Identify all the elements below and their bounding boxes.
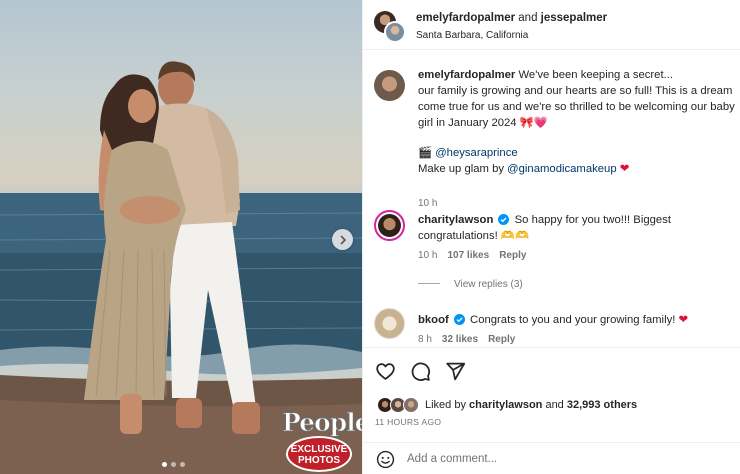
comments-list[interactable]: emelyfardopalmer We've been keeping a se… xyxy=(363,51,740,346)
caption-line: We've been keeping a secret... xyxy=(518,69,674,81)
comment-body: charitylawson So happy for you two!!! Bi… xyxy=(418,212,671,244)
clapper-emoji: 🎬 xyxy=(418,147,433,159)
comment-username[interactable]: bkoof xyxy=(418,314,449,326)
post-side-panel: emelyfardopalmer and jessepalmer Santa B… xyxy=(362,0,740,474)
liked-by-text: Liked by charitylawson and 32,993 others xyxy=(425,399,637,411)
caption-line: come true for us and we're so thrilled t… xyxy=(418,101,735,113)
avatar[interactable] xyxy=(374,308,405,339)
comment-meta: 8 h 32 likes Reply xyxy=(418,334,525,345)
badge-line1: EXCLUSIVE xyxy=(290,444,348,455)
comment-button[interactable] xyxy=(410,361,431,382)
share-icon xyxy=(446,362,466,381)
comment-likes[interactable]: 107 likes xyxy=(447,250,489,261)
comment-icon xyxy=(411,362,431,381)
next-photo-button[interactable] xyxy=(332,229,353,250)
liked-by-joiner: and xyxy=(542,399,567,411)
caption-username[interactable]: emelyfardopalmer xyxy=(418,69,515,81)
authors-joiner: and xyxy=(515,12,541,24)
people-exclusive-badge: People EXCLUSIVE PHOTOS xyxy=(282,408,363,472)
post-header: emelyfardopalmer and jessepalmer Santa B… xyxy=(363,0,740,50)
emoji-button[interactable] xyxy=(376,450,395,472)
heart-emoji: ❤ xyxy=(678,314,688,326)
author-username[interactable]: jessepalmer xyxy=(541,12,608,24)
badge-line2: PHOTOS xyxy=(297,455,341,466)
badge-tag: EXCLUSIVE PHOTOS xyxy=(286,436,352,472)
comment-username[interactable]: charitylawson xyxy=(418,214,493,226)
post-photo[interactable]: People EXCLUSIVE PHOTOS xyxy=(0,0,362,474)
avatar xyxy=(403,397,419,413)
liked-by-prefix: Liked by xyxy=(425,399,470,411)
comment-time[interactable]: 10 h xyxy=(418,250,437,261)
replies-divider xyxy=(418,283,440,284)
comment-text: So happy for you two!!! Biggest xyxy=(514,214,671,226)
carousel-dot xyxy=(162,462,167,467)
liker-avatars xyxy=(377,397,421,413)
comment-likes[interactable]: 32 likes xyxy=(442,334,478,345)
view-replies-label: View replies (3) xyxy=(454,279,523,290)
post-authors: emelyfardopalmer and jessepalmer xyxy=(416,12,607,24)
reply-button[interactable]: Reply xyxy=(488,334,515,345)
post-actions: Liked by charitylawson and 32,993 others… xyxy=(363,347,740,442)
liked-by: Liked by charitylawson and 32,993 others xyxy=(377,397,637,413)
avatar[interactable] xyxy=(374,210,405,241)
avatar xyxy=(384,21,406,43)
carousel-dot xyxy=(171,462,176,467)
makeup-credit-prefix: Make up glam by xyxy=(418,163,508,175)
caption-meta: 10 h xyxy=(418,198,447,209)
heart-emoji: ❤ xyxy=(619,163,630,175)
avatar[interactable] xyxy=(374,70,405,101)
comment-body: bkoof Congrats to you and your growing f… xyxy=(418,312,688,328)
photo-credit-link[interactable]: @heysaraprince xyxy=(435,147,517,159)
reply-button[interactable]: Reply xyxy=(499,250,526,261)
like-button[interactable] xyxy=(375,361,396,382)
bow-heart-emoji: 🎀💗 xyxy=(519,117,548,129)
author-avatars[interactable] xyxy=(374,11,406,43)
heart-icon xyxy=(376,363,395,380)
comment-input[interactable] xyxy=(407,450,707,468)
caption-body: emelyfardopalmer We've been keeping a se… xyxy=(418,67,735,177)
beach-scene xyxy=(0,61,362,474)
author-username[interactable]: emelyfardopalmer xyxy=(416,12,515,24)
liked-by-user[interactable]: charitylawson xyxy=(469,399,542,411)
makeup-credit-link[interactable]: @ginamodicamakeup xyxy=(507,163,616,175)
badge-brand: People xyxy=(282,408,363,438)
carousel-dots xyxy=(162,462,185,467)
post-time[interactable]: 11 HOURS AGO xyxy=(375,417,441,427)
caption-line: our family is growing and our hearts are… xyxy=(418,85,733,97)
caption-time[interactable]: 10 h xyxy=(418,198,437,209)
emoji-icon xyxy=(376,450,395,469)
comment-time[interactable]: 8 h xyxy=(418,334,432,345)
comment-text: Congrats to you and your growing family! xyxy=(470,314,676,326)
chevron-right-icon xyxy=(340,235,346,244)
carousel-dot xyxy=(180,462,185,467)
comment-text: congratulations! 🫶🫶 xyxy=(418,230,530,242)
post-location[interactable]: Santa Barbara, California xyxy=(416,30,528,41)
caption-line: girl in January 2024 xyxy=(418,117,517,129)
view-replies-button[interactable]: View replies (3) xyxy=(418,279,523,290)
verified-icon xyxy=(453,314,465,325)
liked-by-others[interactable]: 32,993 others xyxy=(567,399,637,411)
action-icons xyxy=(375,361,466,382)
verified-icon xyxy=(498,214,510,225)
add-comment-bar xyxy=(363,442,740,474)
share-button[interactable] xyxy=(445,361,466,382)
comment-meta: 10 h 107 likes Reply xyxy=(418,250,536,261)
